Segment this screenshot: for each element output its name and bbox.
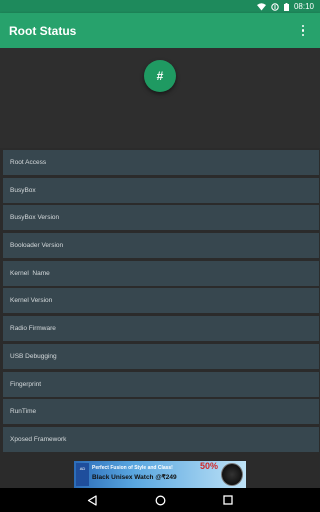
battery-icon [283,2,289,11]
list-item-kernel-name[interactable]: Kernel Name [3,260,319,286]
list-item-usb-debugging[interactable]: USB Debugging [3,343,319,369]
app-bar: Root Status [0,13,320,48]
data-saver-icon [271,2,279,11]
ad-product: Black Unisex Watch @₹249 [92,474,177,481]
ad-banner[interactable]: AD Perfect Fusion of Style and Class! Bl… [74,461,246,488]
ad-headline: Perfect Fusion of Style and Class! [92,465,173,471]
list-item-bootloader-version[interactable]: Booloader Version [3,233,319,259]
wifi-icon [256,2,266,11]
back-icon[interactable] [86,494,98,506]
app-title: Root Status [9,23,77,38]
status-bar: 08:10 [0,0,320,13]
home-icon[interactable] [154,494,166,506]
root-check-button[interactable]: # [144,60,176,92]
navigation-bar [0,488,320,512]
list-item-busybox[interactable]: BusyBox [3,177,319,203]
ad-sale-badge: 50% [199,461,218,471]
overflow-menu-icon[interactable] [296,21,310,41]
list-item-kernel-version[interactable]: Kernel Version [3,288,319,314]
recents-icon[interactable] [222,494,234,506]
ad-logo: AD [76,463,89,486]
list-item-busybox-version[interactable]: BusyBox Version [3,205,319,231]
list-item-radio-firmware[interactable]: Radio Firmware [3,316,319,342]
ad-watch-image [221,463,243,486]
list-item-root-access[interactable]: Root Access [3,150,319,175]
list-item-xposed-framework[interactable]: Xposed Framework [3,426,319,452]
list-item-runtime[interactable]: RunTime [3,399,319,425]
info-list: Root Access BusyBox BusyBox Version Bool… [3,150,319,455]
clock: 08:10 [293,2,314,11]
list-item-fingerprint[interactable]: Fingerprint [3,371,319,397]
